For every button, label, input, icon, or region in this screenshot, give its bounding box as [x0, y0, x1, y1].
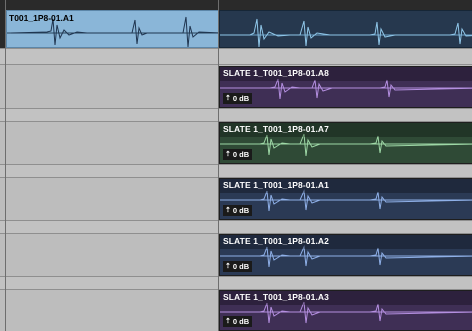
- track-lane: [0, 49, 472, 64]
- audio-clip[interactable]: SLATE 1_T001_1P8-01.A2 ⇡ 0 dB: [219, 234, 472, 276]
- clip-gain-icon: ⇡: [225, 318, 231, 325]
- track-lane: [0, 165, 472, 177]
- clip-gain-value: 0 dB: [232, 150, 250, 159]
- clip-name: SLATE 1_T001_1P8-01.A2: [223, 236, 329, 246]
- audio-clip[interactable]: [219, 10, 472, 48]
- clip-name: SLATE 1_T001_1P8-01.A8: [223, 68, 329, 78]
- timeline-grid-line: [218, 0, 219, 331]
- track-lane: [0, 221, 472, 233]
- audio-clip[interactable]: SLATE 1_T001_1P8-01.A8 ⇡ 0 dB: [219, 66, 472, 108]
- clip-gain-value: 0 dB: [232, 94, 250, 103]
- edit-window-tracks: T001_1P8-01.A1 SLATE 1_T001_1P8-01.A8 ⇡ …: [0, 0, 472, 331]
- clip-gain-button[interactable]: ⇡ 0 dB: [223, 261, 253, 272]
- clip-gain-button[interactable]: ⇡ 0 dB: [223, 149, 253, 160]
- audio-clip[interactable]: SLATE 1_T001_1P8-01.A3 ⇡ 0 dB: [219, 290, 472, 331]
- clip-gain-icon: ⇡: [225, 263, 231, 270]
- timeline-grid-line: [5, 0, 6, 331]
- clip-gain-button[interactable]: ⇡ 0 dB: [223, 93, 253, 104]
- clip-name: SLATE 1_T001_1P8-01.A1: [223, 180, 329, 190]
- clip-gain-icon: ⇡: [225, 151, 231, 158]
- clip-gain-icon: ⇡: [225, 207, 231, 214]
- waveform: [220, 18, 472, 47]
- clip-gain-button[interactable]: ⇡ 0 dB: [223, 316, 253, 327]
- clip-gain-value: 0 dB: [232, 206, 250, 215]
- track-lane: [0, 109, 472, 121]
- audio-clip[interactable]: SLATE 1_T001_1P8-01.A7 ⇡ 0 dB: [219, 122, 472, 164]
- track-lane: [0, 277, 472, 289]
- audio-clip[interactable]: SLATE 1_T001_1P8-01.A1 ⇡ 0 dB: [219, 178, 472, 220]
- clip-name: SLATE 1_T001_1P8-01.A3: [223, 292, 329, 302]
- clip-name: SLATE 1_T001_1P8-01.A7: [223, 124, 329, 134]
- clip-gain-value: 0 dB: [232, 262, 250, 271]
- clip-gain-value: 0 dB: [232, 317, 250, 326]
- audio-clip-selected[interactable]: T001_1P8-01.A1: [6, 10, 219, 48]
- clip-name: T001_1P8-01.A1: [9, 13, 74, 23]
- clip-gain-button[interactable]: ⇡ 0 dB: [223, 205, 253, 216]
- clip-gain-icon: ⇡: [225, 95, 231, 102]
